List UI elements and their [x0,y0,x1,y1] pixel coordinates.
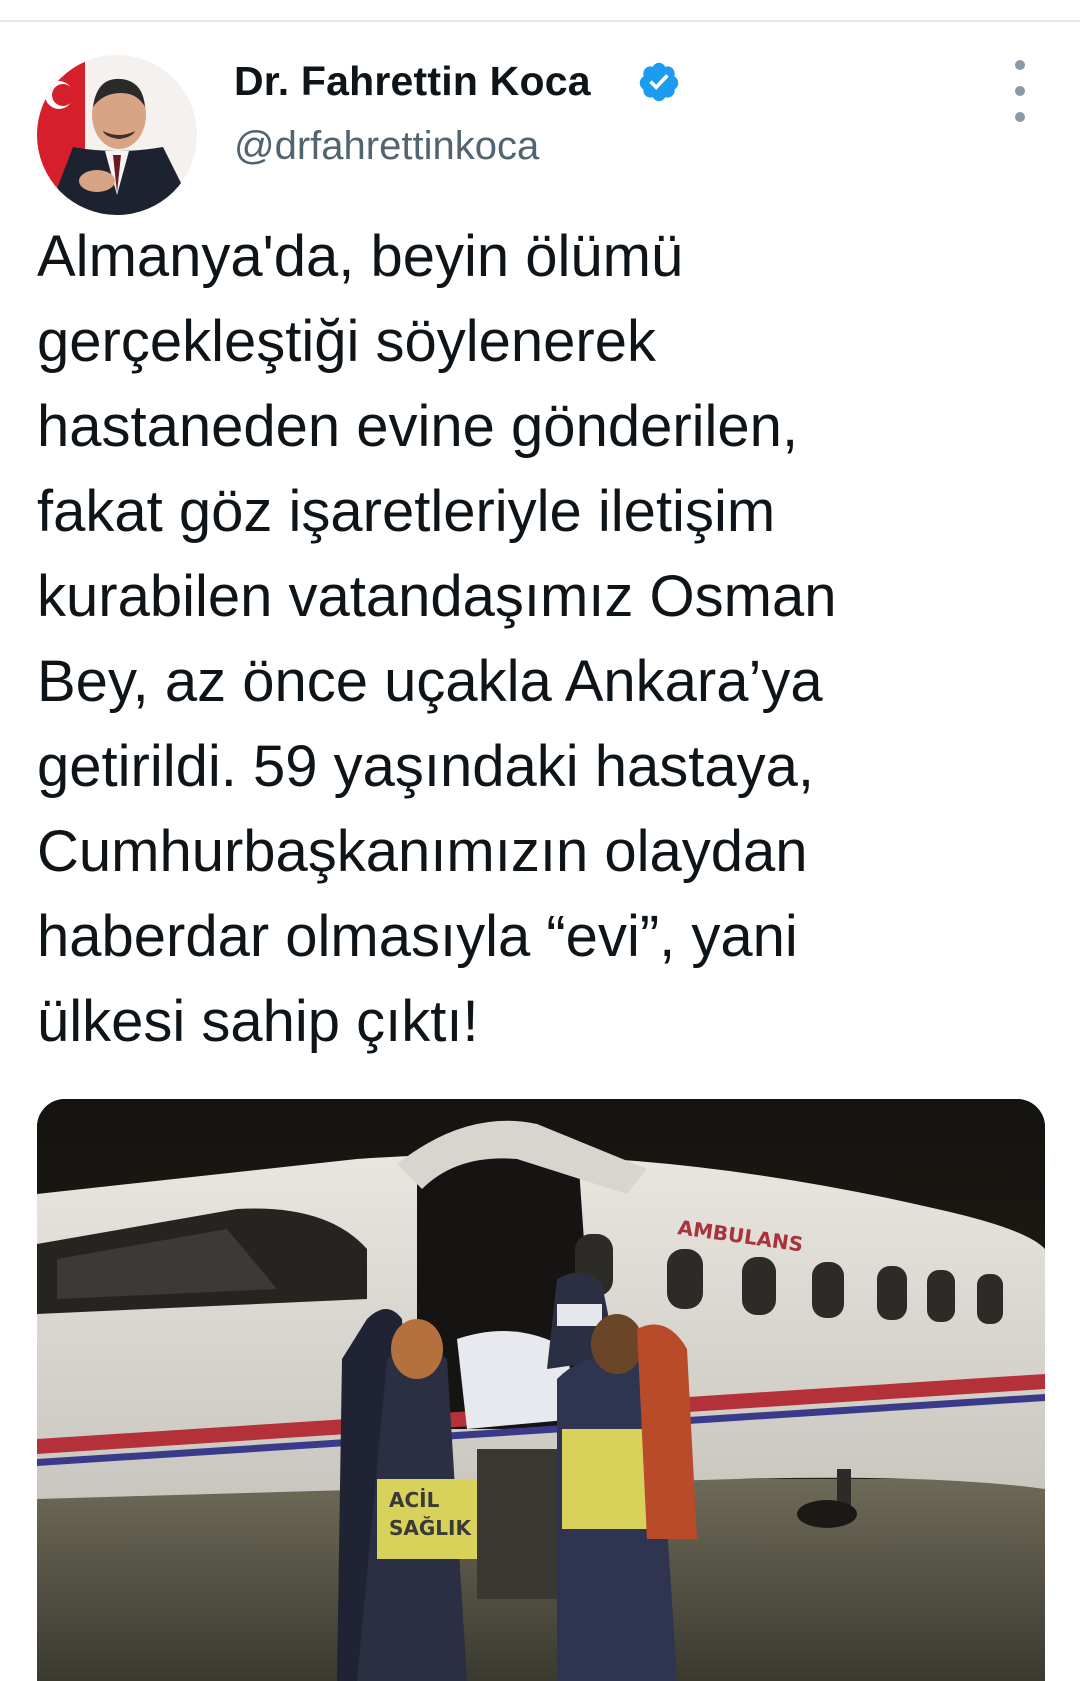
tweet-text-line: kurabilen vatandaşımız Osman [37,564,837,629]
display-name[interactable]: Dr. Fahrettin Koca [234,58,591,105]
vest-lettering-line1: ACİL [389,1488,440,1512]
tweet-text-line: Cumhurbaşkanımızın olaydan [37,819,808,884]
vest-lettering-line2: SAĞLIK [389,1516,472,1540]
tweet-text-line: Bey, az önce uçakla Ankara’ya [37,649,823,714]
more-options-icon[interactable] [1000,60,1040,122]
tweet-text: Almanya'da, beyin ölümü gerçekleştiği sö… [37,214,1047,1064]
tweet-text-line: ülkesi sahip çıktı! [37,989,479,1054]
tweet-text-line: fakat göz işaretleriyle iletişim [37,479,776,544]
tweet-card: Dr. Fahrettin Koca @drfahrettinkoca Alma… [0,22,1080,1681]
handle[interactable]: @drfahrettinkoca [234,124,539,169]
tweet-media-photo[interactable]: AMBULANS ACİL SAĞLIK [37,1099,1045,1681]
tweet-text-line: haberdar olmasıyla “evi”, yani [37,904,798,969]
verified-badge-icon [639,62,679,102]
avatar[interactable] [37,55,197,215]
tweet-text-line: Almanya'da, beyin ölümü [37,224,684,289]
tweet-text-line: gerçekleştiği söylenerek [37,309,656,374]
tweet-text-line: getirildi. 59 yaşındaki hastaya, [37,734,814,799]
tweet-text-line: hastaneden evine gönderilen, [37,394,799,459]
